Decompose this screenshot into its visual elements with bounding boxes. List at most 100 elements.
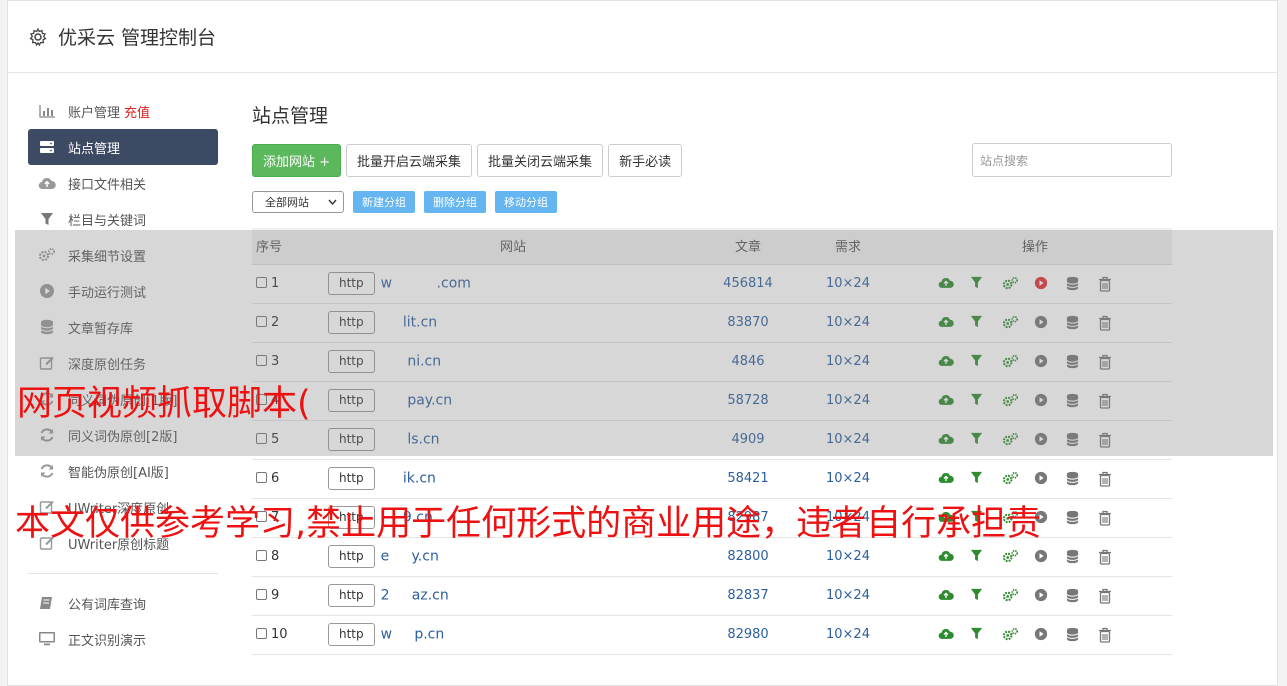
play-circle-icon[interactable] — [1034, 588, 1052, 604]
server-icon — [38, 138, 56, 156]
group-select-value: 全部网站 — [265, 196, 309, 209]
site-domain-link[interactable]: ik.cn — [381, 471, 436, 487]
sidebar-item[interactable]: 站点管理 — [28, 129, 218, 165]
site-cell: http w p.cn — [328, 615, 698, 655]
site-cell: http ik.cn — [328, 459, 698, 499]
cogs-icon[interactable] — [1002, 549, 1020, 565]
row-checkbox[interactable] — [256, 589, 267, 600]
row-number: 6 — [271, 471, 280, 486]
play-circle-icon[interactable] — [1034, 471, 1052, 487]
guide-button[interactable]: 新手必读 — [608, 143, 683, 177]
group-select[interactable]: 全部网站 — [252, 191, 344, 213]
protocol-badge[interactable]: http — [328, 584, 375, 607]
monitor-icon — [38, 630, 56, 648]
top-bar: 优采云 管理控制台 — [8, 1, 1277, 73]
recharge-link[interactable]: 充值 — [124, 102, 150, 121]
cloud-upload-icon[interactable] — [938, 549, 956, 565]
trash-icon[interactable] — [1098, 549, 1116, 565]
bar-chart-icon — [38, 102, 56, 120]
trash-icon[interactable] — [1098, 471, 1116, 487]
cogs-icon[interactable] — [1002, 471, 1020, 487]
sidebar-item-label: 站点管理 — [68, 141, 121, 157]
new-group-button[interactable]: 新建分组 — [353, 191, 415, 213]
article-count[interactable]: 82980 — [698, 615, 798, 655]
gear-icon — [29, 27, 47, 46]
article-count[interactable]: 58421 — [698, 459, 798, 499]
sidebar-item[interactable]: 智能伪原创[AI版] — [28, 453, 218, 489]
row-index-cell: 10 — [252, 615, 328, 655]
play-circle-icon[interactable] — [1034, 627, 1052, 643]
app-title: 优采云 管理控制台 — [58, 27, 217, 49]
database-icon[interactable] — [1066, 549, 1084, 565]
site-domain-link[interactable]: e y.cn — [381, 549, 439, 565]
group-bar: 全部网站 新建分组 删除分组 移动分组 — [252, 190, 1172, 214]
row-number: 10 — [271, 627, 288, 642]
database-icon[interactable] — [1066, 510, 1084, 526]
row-checkbox[interactable] — [256, 550, 267, 561]
refresh-icon — [38, 462, 56, 480]
filter-icon[interactable] — [970, 471, 988, 487]
move-group-button[interactable]: 移动分组 — [495, 191, 557, 213]
add-site-button[interactable]: 添加网站 + — [252, 143, 342, 177]
cloud-upload-icon[interactable] — [938, 627, 956, 643]
page-title: 站点管理 — [252, 105, 329, 127]
actions-cell — [898, 615, 1172, 655]
row-number: 8 — [271, 549, 280, 564]
database-icon[interactable] — [1066, 588, 1084, 604]
database-icon[interactable] — [1066, 471, 1084, 487]
article-count[interactable]: 82837 — [698, 576, 798, 616]
sidebar-item-label: 公有词库查询 — [68, 597, 147, 613]
row-index-cell: 6 — [252, 459, 328, 499]
table-row: 10 http w p.cn 82980 10×24 — [252, 615, 1172, 655]
protocol-badge[interactable]: http — [328, 545, 375, 568]
site-search-input[interactable]: 站点搜索 — [972, 143, 1172, 177]
filter-icon — [38, 210, 56, 228]
site-cell: http 2 az.cn — [328, 576, 698, 616]
protocol-badge[interactable]: http — [328, 623, 375, 646]
filter-icon[interactable] — [970, 627, 988, 643]
sidebar-item-label: 栏目与关键词 — [68, 213, 147, 229]
table-row: 6 http ik.cn 58421 10×24 — [252, 459, 1172, 499]
sidebar-item-label: 智能伪原创[AI版] — [68, 465, 169, 481]
cloud-upload-icon[interactable] — [938, 588, 956, 604]
batch-open-cloud-button[interactable]: 批量开启云端采集 — [346, 143, 473, 177]
watermark-line-1: 网页视频抓取脚本( — [17, 384, 311, 424]
row-checkbox[interactable] — [256, 472, 267, 483]
row-checkbox[interactable] — [256, 628, 267, 639]
row-number: 9 — [271, 588, 280, 603]
demand-value[interactable]: 10×24 — [798, 576, 898, 616]
cloud-upload-icon[interactable] — [938, 471, 956, 487]
trash-icon[interactable] — [1098, 627, 1116, 643]
sidebar-item[interactable]: 正文识别演示 — [28, 621, 218, 657]
cloud-upload-icon — [38, 174, 56, 192]
sidebar-item[interactable]: 账户管理 充值 — [28, 93, 218, 129]
filter-icon[interactable] — [970, 588, 988, 604]
sidebar-item-label: 正文识别演示 — [68, 633, 147, 649]
cogs-icon[interactable] — [1002, 588, 1020, 604]
sidebar-item[interactable]: 接口文件相关 — [28, 165, 218, 201]
site-domain-link[interactable]: w p.cn — [381, 627, 445, 643]
database-icon[interactable] — [1066, 627, 1084, 643]
demand-value[interactable]: 10×24 — [798, 615, 898, 655]
actions-cell — [898, 459, 1172, 499]
toolbar: 添加网站 + 批量开启云端采集 批量关闭云端采集 新手必读 站点搜索 — [252, 143, 1172, 177]
batch-close-cloud-button[interactable]: 批量关闭云端采集 — [477, 143, 604, 177]
watermark-line-2: 本文仅供参考学习,禁止用于任何形式的商业用途，违者自行承担责 — [15, 504, 1042, 544]
actions-cell — [898, 576, 1172, 616]
sidebar-item[interactable]: 公有词库查询 — [28, 585, 218, 621]
site-domain-link[interactable]: 2 az.cn — [381, 588, 449, 604]
trash-icon[interactable] — [1098, 510, 1116, 526]
sidebar-divider — [28, 573, 218, 574]
protocol-badge[interactable]: http — [328, 467, 375, 490]
table-row: 9 http 2 az.cn 82837 10×24 — [252, 576, 1172, 616]
cogs-icon[interactable] — [1002, 627, 1020, 643]
trash-icon[interactable] — [1098, 588, 1116, 604]
delete-group-button[interactable]: 删除分组 — [424, 191, 486, 213]
demand-value[interactable]: 10×24 — [798, 459, 898, 499]
sidebar-item-label: 接口文件相关 — [68, 177, 147, 193]
play-circle-icon[interactable] — [1034, 549, 1052, 565]
filter-icon[interactable] — [970, 549, 988, 565]
book-icon — [38, 594, 56, 612]
sidebar-item-label: 账户管理 — [68, 105, 121, 121]
row-index-cell: 9 — [252, 576, 328, 616]
